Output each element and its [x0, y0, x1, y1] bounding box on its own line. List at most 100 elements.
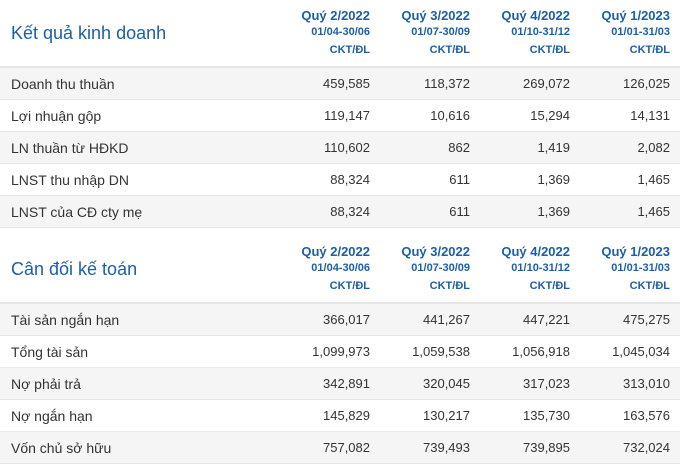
row-value: 15,294 — [530, 108, 570, 123]
table-row: Tổng tài sản 1,099,973 1,059,538 1,056,9… — [0, 336, 680, 368]
column-audit: CKT/ĐL — [429, 280, 470, 292]
row-value: 1,369 — [537, 204, 570, 219]
row-value: 1,419 — [537, 140, 570, 155]
row-value: 611 — [449, 204, 470, 219]
table-row: Tài sản ngắn hạn 366,017 441,267 447,221… — [0, 304, 680, 336]
column-audit: CKT/ĐL — [329, 44, 370, 56]
row-value: 130,217 — [423, 408, 470, 423]
row-label: Nợ phải trả — [11, 375, 81, 392]
row-value: 1,369 — [537, 172, 570, 187]
column-dates: 01/01-31/03 — [611, 262, 670, 274]
row-value: 862 — [448, 140, 470, 155]
row-value: 447,221 — [523, 312, 570, 327]
row-value: 320,045 — [423, 376, 470, 391]
table-row: LN thuần từ HĐKD 110,602 862 1,419 2,082 — [0, 132, 680, 164]
column-header-q4-2022[interactable]: Quý 4/2022 01/10-31/12 CKT/ĐL — [480, 236, 580, 302]
row-value: 1,465 — [637, 204, 670, 219]
column-audit: CKT/ĐL — [629, 44, 670, 56]
column-dates: 01/10-31/12 — [511, 262, 570, 274]
column-header-q3-2022[interactable]: Quý 3/2022 01/07-30/09 CKT/ĐL — [380, 236, 480, 302]
row-value: 110,602 — [323, 140, 370, 155]
row-label: LNST của CĐ cty mẹ — [11, 203, 143, 220]
column-header-q1-2023[interactable]: Quý 1/2023 01/01-31/03 CKT/ĐL — [580, 236, 680, 302]
column-quarter[interactable]: Quý 3/2022 — [401, 243, 470, 260]
column-dates: 01/04-30/06 — [311, 262, 370, 274]
balance-sheet-rows: Tài sản ngắn hạn 366,017 441,267 447,221… — [0, 302, 680, 464]
column-audit: CKT/ĐL — [429, 44, 470, 56]
row-value: 313,010 — [623, 376, 670, 391]
column-quarter[interactable]: Quý 3/2022 — [401, 7, 470, 24]
column-audit: CKT/ĐL — [529, 280, 570, 292]
table-row: Nợ ngắn hạn 145,829 130,217 135,730 163,… — [0, 400, 680, 432]
row-value: 145,829 — [323, 408, 370, 423]
column-dates: 01/01-31/03 — [611, 26, 670, 38]
row-value: 126,025 — [623, 76, 670, 91]
column-quarter[interactable]: Quý 2/2022 — [301, 243, 370, 260]
row-value: 757,082 — [323, 440, 370, 455]
row-value: 163,576 — [623, 408, 670, 423]
table-row: Doanh thu thuần 459,585 118,372 269,072 … — [0, 68, 680, 100]
balance-sheet-title: Cân đối kế toán — [11, 258, 138, 279]
table-row: LNST thu nhập DN 88,324 611 1,369 1,465 — [0, 164, 680, 196]
column-audit: CKT/ĐL — [529, 44, 570, 56]
column-header-q4-2022[interactable]: Quý 4/2022 01/10-31/12 CKT/ĐL — [480, 0, 580, 66]
column-dates: 01/07-30/09 — [411, 262, 470, 274]
table-row: Vốn chủ sở hữu 757,082 739,493 739,895 7… — [0, 432, 680, 464]
row-value: 1,045,034 — [612, 344, 670, 359]
balance-sheet-section: Cân đối kế toán Quý 2/2022 01/04-30/06 C… — [0, 236, 680, 464]
row-label: LNST thu nhập DN — [11, 171, 130, 188]
column-quarter[interactable]: Quý 2/2022 — [301, 7, 370, 24]
row-value: 441,267 — [423, 312, 470, 327]
row-label: Nợ ngắn hạn — [11, 407, 93, 424]
row-value: 88,324 — [330, 204, 370, 219]
row-label: Vốn chủ sở hữu — [11, 439, 112, 456]
income-statement-header: Kết quả kinh doanh Quý 2/2022 01/04-30/0… — [0, 0, 680, 66]
row-value: 119,147 — [323, 108, 370, 123]
row-value: 118,372 — [423, 76, 470, 91]
row-label: Doanh thu thuần — [11, 75, 115, 92]
row-value: 1,059,538 — [412, 344, 470, 359]
balance-sheet-header: Cân đối kế toán Quý 2/2022 01/04-30/06 C… — [0, 236, 680, 302]
column-header-q2-2022[interactable]: Quý 2/2022 01/04-30/06 CKT/ĐL — [280, 236, 380, 302]
row-value: 10,616 — [430, 108, 470, 123]
column-header-q1-2023[interactable]: Quý 1/2023 01/01-31/03 CKT/ĐL — [580, 0, 680, 66]
row-value: 611 — [449, 172, 470, 187]
column-header-q2-2022[interactable]: Quý 2/2022 01/04-30/06 CKT/ĐL — [280, 0, 380, 66]
row-value: 88,324 — [330, 172, 370, 187]
row-value: 2,082 — [637, 140, 670, 155]
row-value: 1,099,973 — [312, 344, 370, 359]
row-value: 739,493 — [423, 440, 470, 455]
column-quarter[interactable]: Quý 4/2022 — [501, 243, 570, 260]
table-row: Lợi nhuận gộp 119,147 10,616 15,294 14,1… — [0, 100, 680, 132]
column-quarter[interactable]: Quý 1/2023 — [601, 243, 670, 260]
row-value: 317,023 — [523, 376, 570, 391]
column-audit: CKT/ĐL — [629, 280, 670, 292]
row-value: 732,024 — [623, 440, 670, 455]
row-label: Lợi nhuận gộp — [11, 107, 102, 124]
column-quarter[interactable]: Quý 1/2023 — [601, 7, 670, 24]
row-value: 1,056,918 — [512, 344, 570, 359]
row-value: 366,017 — [323, 312, 370, 327]
row-value: 14,131 — [630, 108, 670, 123]
column-quarter[interactable]: Quý 4/2022 — [501, 7, 570, 24]
row-value: 342,891 — [323, 376, 370, 391]
row-value: 459,585 — [323, 76, 370, 91]
row-value: 135,730 — [523, 408, 570, 423]
column-dates: 01/04-30/06 — [311, 26, 370, 38]
column-audit: CKT/ĐL — [329, 280, 370, 292]
column-header-q3-2022[interactable]: Quý 3/2022 01/07-30/09 CKT/ĐL — [380, 0, 480, 66]
row-value: 269,072 — [523, 76, 570, 91]
income-statement-section: Kết quả kinh doanh Quý 2/2022 01/04-30/0… — [0, 0, 680, 228]
row-value: 739,895 — [523, 440, 570, 455]
table-row: LNST của CĐ cty mẹ 88,324 611 1,369 1,46… — [0, 196, 680, 228]
column-dates: 01/07-30/09 — [411, 26, 470, 38]
income-statement-title: Kết quả kinh doanh — [11, 22, 167, 43]
row-label: Tổng tài sản — [11, 343, 89, 360]
row-value: 475,275 — [623, 312, 670, 327]
row-label: Tài sản ngắn hạn — [11, 311, 120, 328]
column-dates: 01/10-31/12 — [511, 26, 570, 38]
row-value: 1,465 — [637, 172, 670, 187]
row-label: LN thuần từ HĐKD — [11, 139, 129, 156]
table-row: Nợ phải trả 342,891 320,045 317,023 313,… — [0, 368, 680, 400]
income-statement-rows: Doanh thu thuần 459,585 118,372 269,072 … — [0, 66, 680, 228]
